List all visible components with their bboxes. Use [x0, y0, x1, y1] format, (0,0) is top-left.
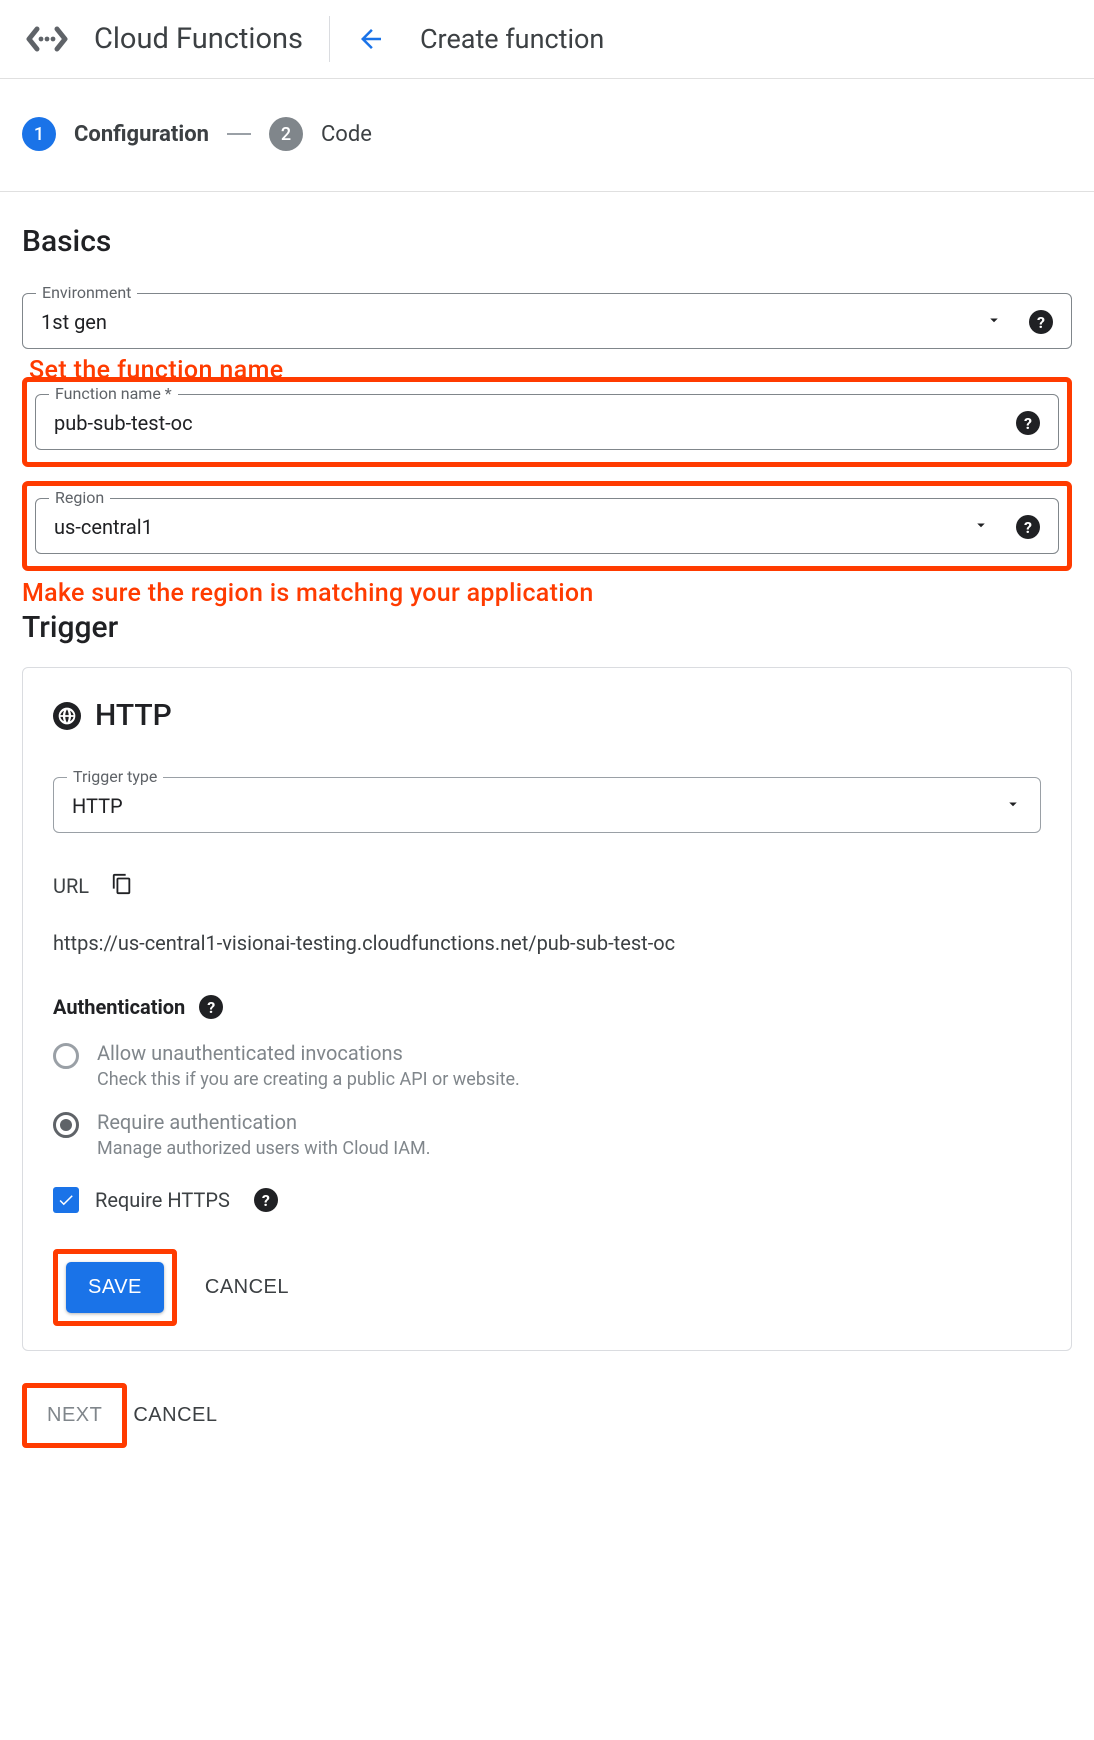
- trigger-type-value: HTTP: [72, 794, 1004, 818]
- dropdown-arrow-icon[interactable]: [1004, 795, 1022, 817]
- help-icon[interactable]: ?: [1016, 411, 1040, 435]
- header-divider: [329, 16, 330, 62]
- url-label: URL: [53, 874, 89, 898]
- back-arrow-icon[interactable]: [356, 24, 386, 54]
- annotation-region-label: Make sure the region is matching your ap…: [22, 579, 1072, 608]
- environment-field[interactable]: Environment 1st gen ?: [22, 293, 1072, 349]
- stepper: 1 Configuration 2 Code: [0, 79, 1094, 192]
- annotation-save-box: SAVE: [53, 1249, 177, 1326]
- step-2-label[interactable]: Code: [321, 122, 372, 147]
- header-bar: Cloud Functions Create function: [0, 0, 1094, 79]
- require-https-label: Require HTTPS: [95, 1188, 230, 1212]
- trigger-card: HTTP Trigger type HTTP URL: [22, 667, 1072, 1351]
- function-name-legend: Function name *: [49, 384, 178, 403]
- help-icon[interactable]: ?: [1029, 310, 1053, 334]
- function-name-value: pub-sub-test-oc: [54, 411, 1016, 435]
- region-value: us-central1: [54, 515, 972, 539]
- cloud-functions-icon: [22, 14, 72, 64]
- annotation-region-box: Region us-central1 ?: [22, 481, 1072, 571]
- step-1-num: 1: [34, 124, 44, 145]
- radio-icon: [53, 1043, 79, 1069]
- trigger-title: Trigger: [22, 610, 1072, 645]
- help-icon[interactable]: ?: [254, 1188, 278, 1212]
- cancel-button[interactable]: CANCEL: [205, 1276, 289, 1299]
- save-button[interactable]: SAVE: [66, 1262, 164, 1313]
- annotation-next-box: NEXT: [22, 1383, 127, 1448]
- annotation-function-name-label: Set the function name: [29, 356, 284, 385]
- require-https-row[interactable]: Require HTTPS ?: [53, 1187, 1041, 1213]
- function-name-field[interactable]: Function name * pub-sub-test-oc ?: [35, 394, 1059, 450]
- help-icon[interactable]: ?: [199, 995, 223, 1019]
- checkbox-checked-icon: [53, 1187, 79, 1213]
- page-title: Create function: [420, 23, 604, 55]
- step-1-label[interactable]: Configuration: [74, 122, 209, 147]
- dropdown-arrow-icon[interactable]: [972, 516, 990, 538]
- radio-icon-selected: [53, 1112, 79, 1138]
- auth-title: Authentication: [53, 995, 185, 1019]
- globe-icon: [53, 702, 81, 730]
- environment-value: 1st gen: [41, 310, 985, 334]
- step-connector: [227, 133, 251, 135]
- auth-option-require[interactable]: Require authentication Manage authorized…: [53, 1110, 1041, 1159]
- auth-option-allow[interactable]: Allow unauthenticated invocations Check …: [53, 1041, 1041, 1090]
- url-value: https://us-central1-visionai-testing.clo…: [53, 931, 1041, 955]
- auth-option-require-sub: Manage authorized users with Cloud IAM.: [97, 1138, 431, 1159]
- region-legend: Region: [49, 488, 110, 507]
- auth-option-allow-label: Allow unauthenticated invocations: [97, 1041, 520, 1065]
- basics-title: Basics: [22, 224, 1072, 259]
- trigger-type-field[interactable]: Trigger type HTTP: [53, 777, 1041, 833]
- copy-icon[interactable]: [111, 873, 133, 899]
- step-2-num: 2: [281, 124, 291, 145]
- help-icon[interactable]: ?: [1016, 515, 1040, 539]
- cancel-button-bottom[interactable]: CANCEL: [133, 1404, 217, 1427]
- next-button[interactable]: NEXT: [47, 1404, 102, 1427]
- environment-legend: Environment: [36, 283, 137, 302]
- product-title: Cloud Functions: [94, 22, 303, 56]
- trigger-type-legend: Trigger type: [67, 767, 163, 786]
- dropdown-arrow-icon[interactable]: [985, 311, 1003, 333]
- region-field[interactable]: Region us-central1 ?: [35, 498, 1059, 554]
- annotation-function-name-box: Set the function name Function name * pu…: [22, 377, 1072, 467]
- step-1-circle[interactable]: 1: [22, 117, 56, 151]
- auth-option-allow-sub: Check this if you are creating a public …: [97, 1069, 520, 1090]
- step-2-circle[interactable]: 2: [269, 117, 303, 151]
- trigger-http-label: HTTP: [95, 698, 172, 733]
- auth-option-require-label: Require authentication: [97, 1110, 431, 1134]
